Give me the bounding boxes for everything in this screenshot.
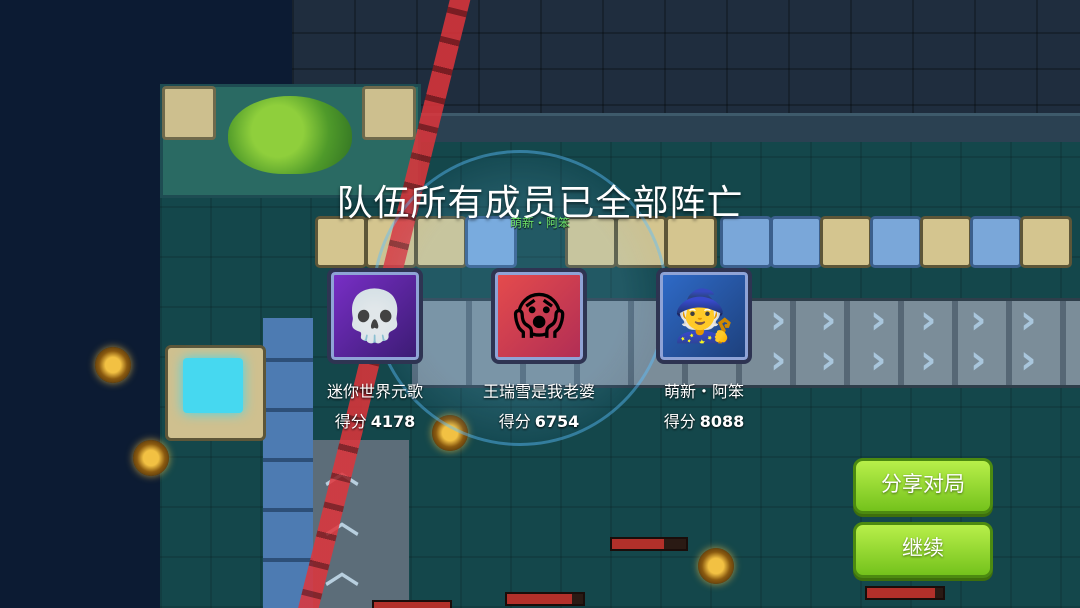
blonde-hero-icon: 😱 xyxy=(491,268,587,364)
orb-icon xyxy=(698,548,734,584)
stone-pillar xyxy=(162,86,216,140)
player-card: 🧙 萌新・阿笨 得分 8088 xyxy=(629,268,779,432)
enemy-health-bar xyxy=(372,600,452,608)
arrow-right-icon: › xyxy=(870,337,887,383)
orb-icon xyxy=(133,440,169,476)
score-label: 得分 xyxy=(663,412,696,431)
continue-button[interactable]: 继续 xyxy=(853,522,993,578)
wizard-girl-icon: 🧙 xyxy=(656,268,752,364)
player-score: 得分 6754 xyxy=(464,408,614,432)
overhead-player-tag: 萌新・阿笨 xyxy=(509,216,570,230)
arrow-right-icon: › xyxy=(970,297,987,343)
player-name: 迷你世界元歌 xyxy=(326,382,423,401)
player-card: 💀 迷你世界元歌 得分 4178 xyxy=(300,268,450,432)
arrow-right-icon: › xyxy=(820,337,837,383)
player-card: 😱 王瑞雪是我老婆 得分 6754 xyxy=(464,268,614,432)
score-label: 得分 xyxy=(334,412,367,431)
player-name: 萌新・阿笨 xyxy=(663,382,744,401)
player-name: 王瑞雪是我老婆 xyxy=(482,382,595,401)
arrow-right-icon: › xyxy=(1020,297,1037,343)
arrow-right-icon: › xyxy=(920,297,937,343)
enemy-health-bar xyxy=(505,592,585,606)
arrow-right-icon: › xyxy=(920,337,937,383)
stone-pillar xyxy=(362,86,416,140)
skull-icon: 💀 xyxy=(327,268,423,364)
score-value: 6754 xyxy=(534,412,580,431)
arrow-right-icon: › xyxy=(820,297,837,343)
enemy-health-bar xyxy=(610,537,688,551)
score-value: 8088 xyxy=(699,412,745,431)
arrow-right-icon: › xyxy=(870,297,887,343)
portal-totem xyxy=(165,345,266,441)
arrow-right-icon: › xyxy=(1020,337,1037,383)
player-score: 得分 4178 xyxy=(300,408,450,432)
score-value: 4178 xyxy=(370,412,416,431)
bush xyxy=(228,96,352,174)
score-label: 得分 xyxy=(498,412,531,431)
enemy-health-bar xyxy=(865,586,945,600)
arrow-right-icon: › xyxy=(970,337,987,383)
share-match-button[interactable]: 分享对局 xyxy=(853,458,993,514)
orb-icon xyxy=(95,347,131,383)
player-score: 得分 8088 xyxy=(629,408,779,432)
